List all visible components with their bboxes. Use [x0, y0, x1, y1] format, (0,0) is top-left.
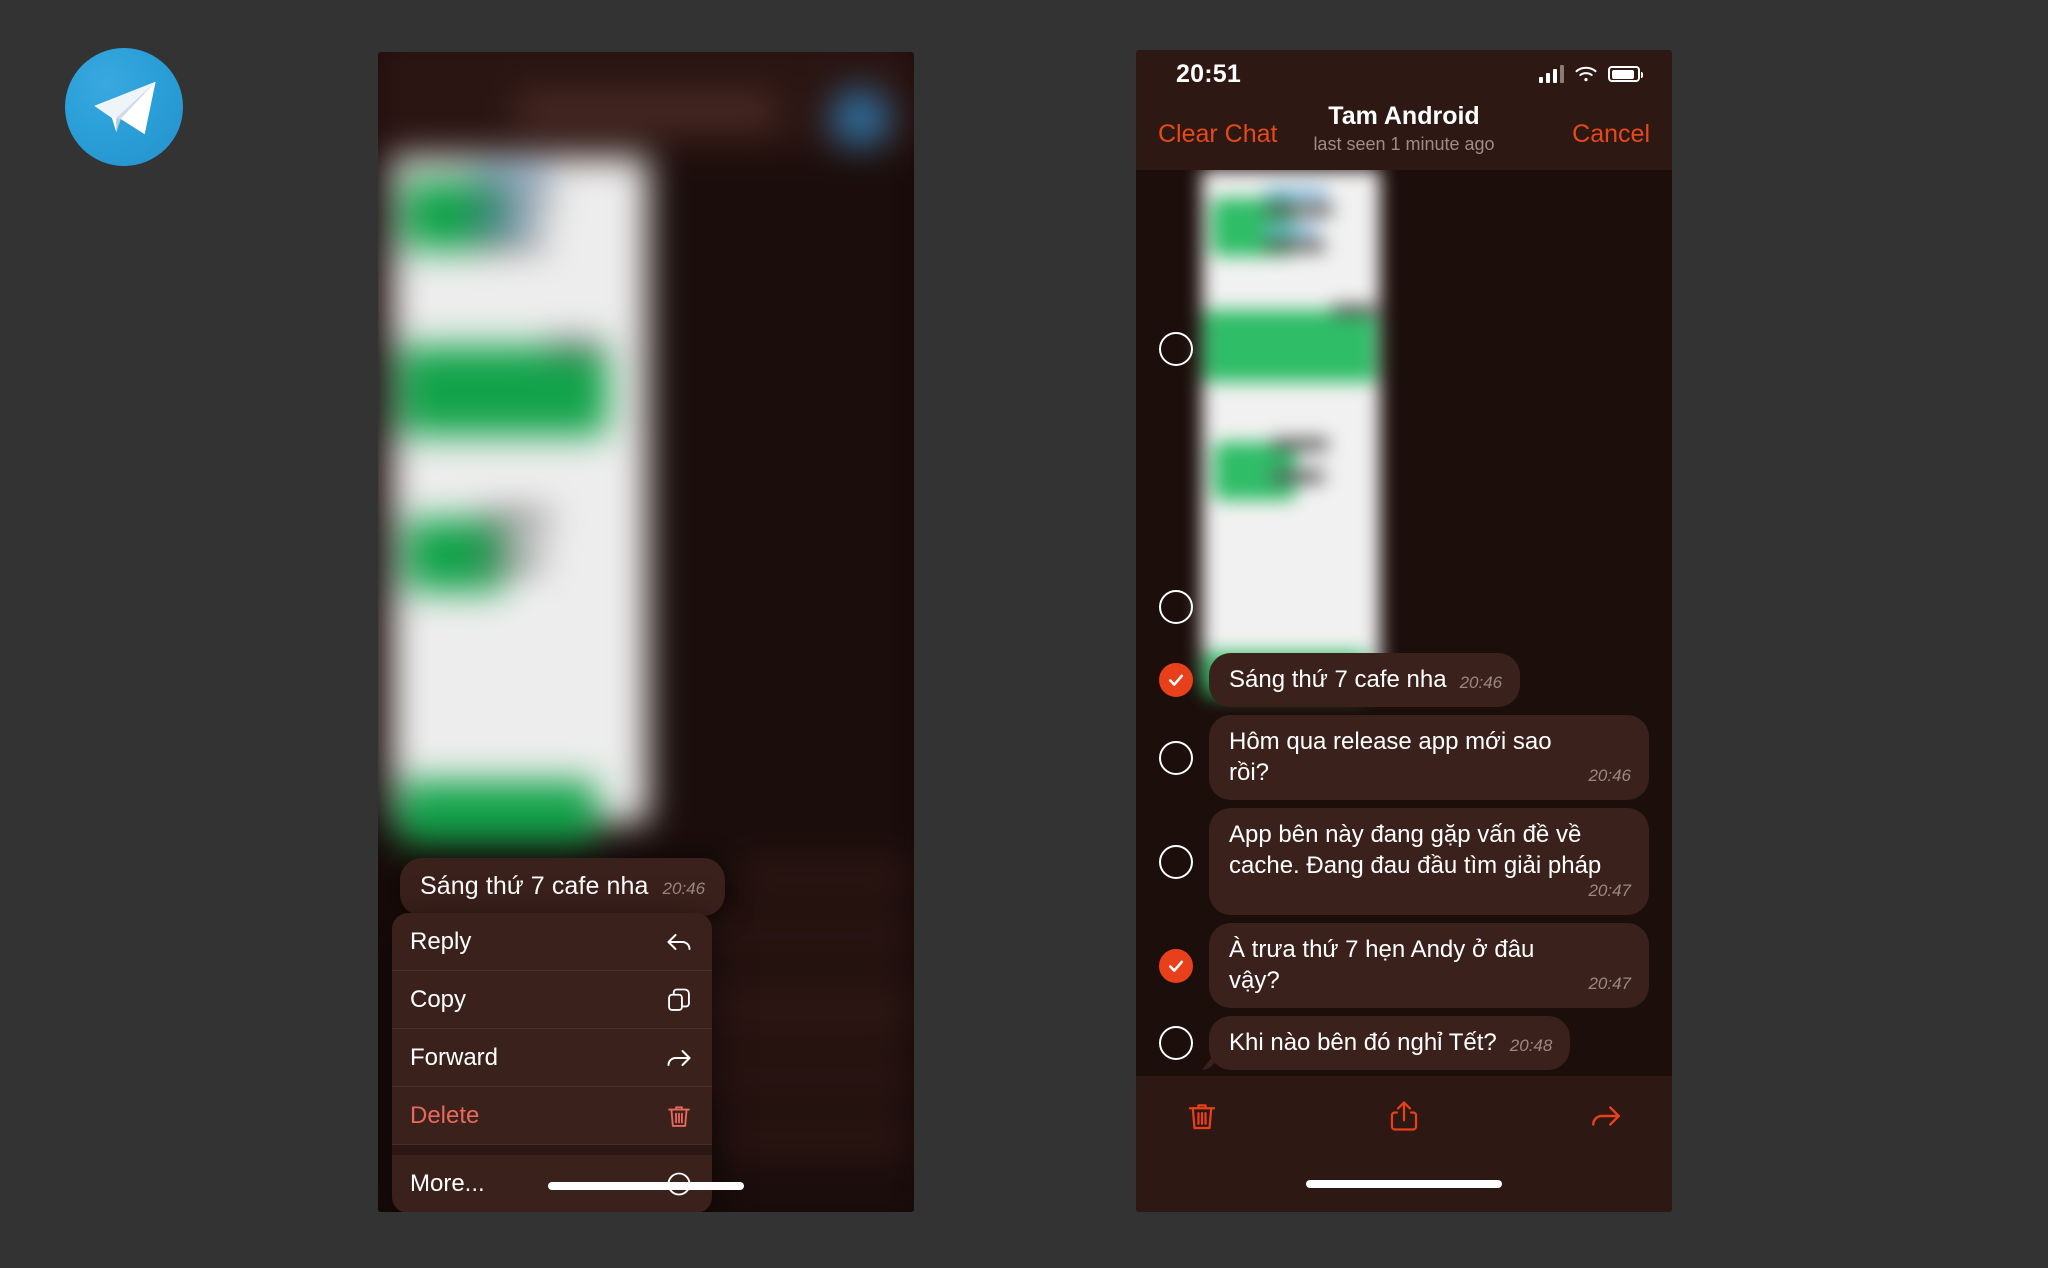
navigation-bar: Clear Chat Tam Android last seen 1 minut…	[1136, 98, 1672, 170]
focused-message-bubble[interactable]: Sáng thứ 7 cafe nha 20:46	[400, 858, 726, 916]
message-select-checkbox[interactable]	[1159, 844, 1193, 879]
message-text: À trưa thứ 7 hẹn Andy ở đâu vậy?	[1229, 936, 1535, 994]
message-bubble[interactable]: Sáng thứ 7 cafe nha 20:46	[1209, 653, 1521, 707]
message-bubble[interactable]: Hôm qua release app mới sao rồi? 20:46	[1209, 715, 1649, 800]
home-indicator	[1306, 1180, 1502, 1188]
clear-chat-button[interactable]: Clear Chat	[1158, 120, 1278, 149]
message-select-checkbox[interactable]	[1159, 663, 1193, 697]
context-menu-item-copy[interactable]: Copy	[392, 971, 712, 1029]
attachment-select-circle-bottom[interactable]	[1159, 590, 1193, 624]
blurred-chat-screenshot	[391, 156, 649, 844]
context-menu-label: Delete	[410, 1101, 480, 1129]
status-bar: 20:51	[1136, 50, 1672, 98]
message-time: 20:46	[662, 879, 706, 898]
context-menu-label: Reply	[410, 927, 472, 955]
message-time: 20:48	[1509, 1036, 1553, 1055]
chat-message-area: Sáng thứ 7 cafe nha 20:46 Hôm qua releas…	[1136, 170, 1672, 1076]
status-bar-clock: 20:51	[1176, 59, 1241, 88]
telegram-paper-plane-icon	[88, 71, 160, 143]
message-row[interactable]: Sáng thứ 7 cafe nha 20:46	[1136, 649, 1672, 711]
context-menu-item-reply[interactable]: Reply	[392, 913, 712, 971]
message-text: Sáng thứ 7 cafe nha	[1229, 666, 1447, 693]
reply-arrow-icon	[664, 927, 694, 957]
context-menu-item-forward[interactable]: Forward	[392, 1029, 712, 1087]
message-time: 20:46	[1459, 673, 1503, 692]
cellular-bars-icon	[1539, 65, 1564, 83]
message-row[interactable]: À trưa thứ 7 hẹn Andy ở đâu vậy? 20:47	[1136, 919, 1672, 1012]
home-indicator	[548, 1182, 744, 1190]
chat-subtitle: last seen 1 minute ago	[1313, 134, 1495, 154]
message-row[interactable]: App bên này đang gặp vấn đề về cache. Đa…	[1136, 804, 1672, 919]
message-time: 20:47	[1588, 974, 1631, 993]
attachment-image-blurred[interactable]	[1202, 170, 1380, 696]
forward-selected-button[interactable]	[1586, 1096, 1626, 1136]
message-select-checkbox[interactable]	[1159, 740, 1193, 775]
battery-full-icon	[1608, 66, 1643, 82]
message-select-checkbox[interactable]	[1159, 948, 1193, 983]
message-text: App bên này đang gặp vấn đề về cache. Đa…	[1229, 821, 1602, 879]
selectable-message-list: Sáng thứ 7 cafe nha 20:46 Hôm qua releas…	[1136, 649, 1672, 1074]
context-menu-divider	[392, 1145, 712, 1155]
right-phone-screen: 20:51 Clear Chat Tam Android last seen 1…	[1136, 50, 1672, 1212]
context-menu-label: Copy	[410, 985, 467, 1013]
copy-documents-icon	[664, 985, 694, 1015]
cancel-button[interactable]: Cancel	[1572, 120, 1650, 149]
chat-title: Tam Android	[1328, 102, 1480, 130]
message-context-menu[interactable]: Reply Copy Forward Delete More...	[392, 913, 712, 1212]
share-selected-button[interactable]	[1384, 1096, 1424, 1136]
delete-selected-button[interactable]	[1182, 1096, 1222, 1136]
telegram-logo	[65, 48, 183, 166]
wifi-icon	[1574, 65, 1598, 83]
home-indicator-area	[1136, 1156, 1672, 1212]
trash-icon	[664, 1101, 694, 1131]
message-bubble[interactable]: Khi nào bên đó nghỉ Tết? 20:48	[1209, 1016, 1571, 1070]
message-bubble[interactable]: À trưa thứ 7 hẹn Andy ở đâu vậy? 20:47	[1209, 923, 1649, 1008]
message-time: 20:47	[1588, 881, 1631, 900]
message-row[interactable]: Hôm qua release app mới sao rồi? 20:46	[1136, 711, 1672, 804]
attachment-select-circle-top[interactable]	[1159, 332, 1193, 366]
screenshot-canvas: Sáng thứ 7 cafe nha 20:46 Reply Copy For…	[0, 0, 2048, 1268]
context-menu-item-delete[interactable]: Delete	[392, 1087, 712, 1145]
trash-icon	[1185, 1099, 1219, 1133]
message-bubble[interactable]: App bên này đang gặp vấn đề về cache. Đa…	[1209, 808, 1649, 915]
message-row[interactable]: Khi nào bên đó nghỉ Tết? 20:48	[1136, 1012, 1672, 1074]
context-menu-label: Forward	[410, 1043, 499, 1071]
left-phone-screen: Sáng thứ 7 cafe nha 20:46 Reply Copy For…	[378, 52, 914, 1212]
message-text: Hôm qua release app mới sao rồi?	[1229, 728, 1552, 786]
context-menu-label: More...	[410, 1170, 485, 1197]
message-text: Sáng thứ 7 cafe nha	[420, 872, 649, 900]
share-up-icon	[1387, 1099, 1421, 1133]
message-select-checkbox[interactable]	[1159, 1026, 1193, 1060]
message-time: 20:46	[1588, 766, 1631, 785]
selection-action-toolbar	[1136, 1076, 1672, 1156]
forward-arrow-icon	[1589, 1099, 1623, 1133]
forward-arrow-icon	[664, 1043, 694, 1073]
message-text: Khi nào bên đó nghỉ Tết?	[1229, 1029, 1497, 1056]
